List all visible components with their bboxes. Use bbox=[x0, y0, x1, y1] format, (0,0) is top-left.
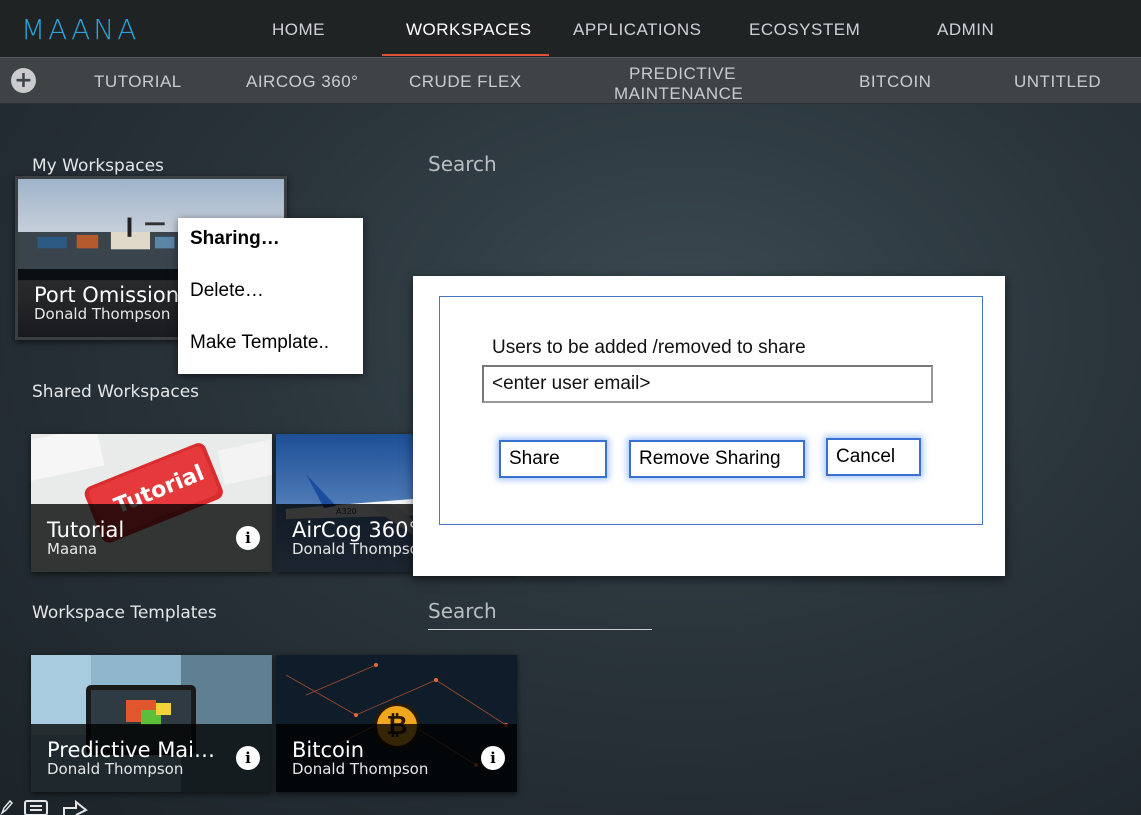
nav-applications[interactable]: APPLICATIONS bbox=[573, 20, 702, 40]
info-icon[interactable]: i bbox=[481, 746, 505, 770]
tab-tutorial[interactable]: TUTORIAL bbox=[94, 72, 182, 91]
search-bottom-label[interactable]: Search bbox=[428, 599, 497, 623]
menu-item-delete[interactable]: Delete… bbox=[190, 280, 264, 302]
remove-sharing-button[interactable]: Remove Sharing bbox=[629, 440, 805, 478]
list-icon[interactable] bbox=[24, 799, 48, 815]
search-bottom-underline bbox=[428, 629, 652, 630]
context-menu: Sharing… Delete… Make Template.. bbox=[178, 218, 363, 374]
info-icon[interactable]: i bbox=[236, 526, 260, 550]
card-title: Predictive Mai… bbox=[47, 738, 216, 762]
tab-bitcoin[interactable]: BITCOIN bbox=[859, 72, 931, 91]
card-title: AirCog 360° bbox=[292, 518, 419, 542]
share-dialog-panel: Users to be added /removed to share Shar… bbox=[439, 296, 983, 525]
maana-logo[interactable]: MAANA bbox=[21, 15, 139, 45]
template-card-predictive[interactable]: Predictive Mai… Donald Thompson i bbox=[31, 655, 272, 792]
card-title: Tutorial bbox=[47, 518, 125, 542]
menu-item-sharing[interactable]: Sharing… bbox=[190, 228, 280, 250]
nav-ecosystem[interactable]: ECOSYSTEM bbox=[749, 20, 860, 40]
search-top-label[interactable]: Search bbox=[428, 152, 497, 176]
plus-icon[interactable]: + bbox=[11, 68, 36, 93]
share-users-label: Users to be added /removed to share bbox=[492, 337, 806, 358]
tab-crude-flex[interactable]: CRUDE FLEX bbox=[409, 72, 522, 91]
tab-predictive-maintenance-line2[interactable]: MAINTENANCE bbox=[614, 84, 743, 103]
share-arrow-icon[interactable] bbox=[62, 799, 88, 815]
share-button[interactable]: Share bbox=[499, 440, 607, 478]
user-email-input[interactable] bbox=[482, 365, 933, 403]
pencil-icon[interactable] bbox=[0, 799, 22, 815]
tab-aircog-360[interactable]: AIRCOG 360° bbox=[246, 72, 358, 91]
workspace-templates-heading: Workspace Templates bbox=[32, 603, 217, 623]
cancel-button[interactable]: Cancel bbox=[826, 438, 921, 476]
template-card-bitcoin[interactable]: ₿ Bitcoin Donald Thompson i bbox=[276, 655, 517, 792]
card-owner: Donald Thompson bbox=[292, 760, 429, 778]
card-owner: Maana bbox=[47, 540, 98, 558]
card-title: Bitcoin bbox=[292, 738, 365, 762]
tab-untitled[interactable]: UNTITLED bbox=[1014, 72, 1101, 91]
workspace-card-tutorial[interactable]: Tutorial Tutorial Maana i bbox=[31, 434, 272, 572]
nav-workspaces[interactable]: WORKSPACES bbox=[406, 20, 532, 40]
active-nav-indicator bbox=[382, 54, 549, 56]
card-owner: Donald Thompson bbox=[34, 305, 171, 323]
card-owner: Donald Thompson bbox=[47, 760, 184, 778]
menu-item-make-template[interactable]: Make Template.. bbox=[190, 332, 329, 354]
card-owner: Donald Thompson bbox=[292, 540, 429, 558]
nav-admin[interactable]: ADMIN bbox=[937, 20, 994, 40]
tab-predictive-maintenance-line1[interactable]: PREDICTIVE bbox=[629, 64, 736, 83]
card-title: Port Omission bbox=[34, 283, 180, 307]
nav-home[interactable]: HOME bbox=[272, 20, 325, 40]
my-workspaces-heading: My Workspaces bbox=[32, 156, 164, 176]
share-dialog: Users to be added /removed to share Shar… bbox=[413, 276, 1005, 576]
info-icon[interactable]: i bbox=[236, 746, 260, 770]
shared-workspaces-heading: Shared Workspaces bbox=[32, 382, 200, 402]
